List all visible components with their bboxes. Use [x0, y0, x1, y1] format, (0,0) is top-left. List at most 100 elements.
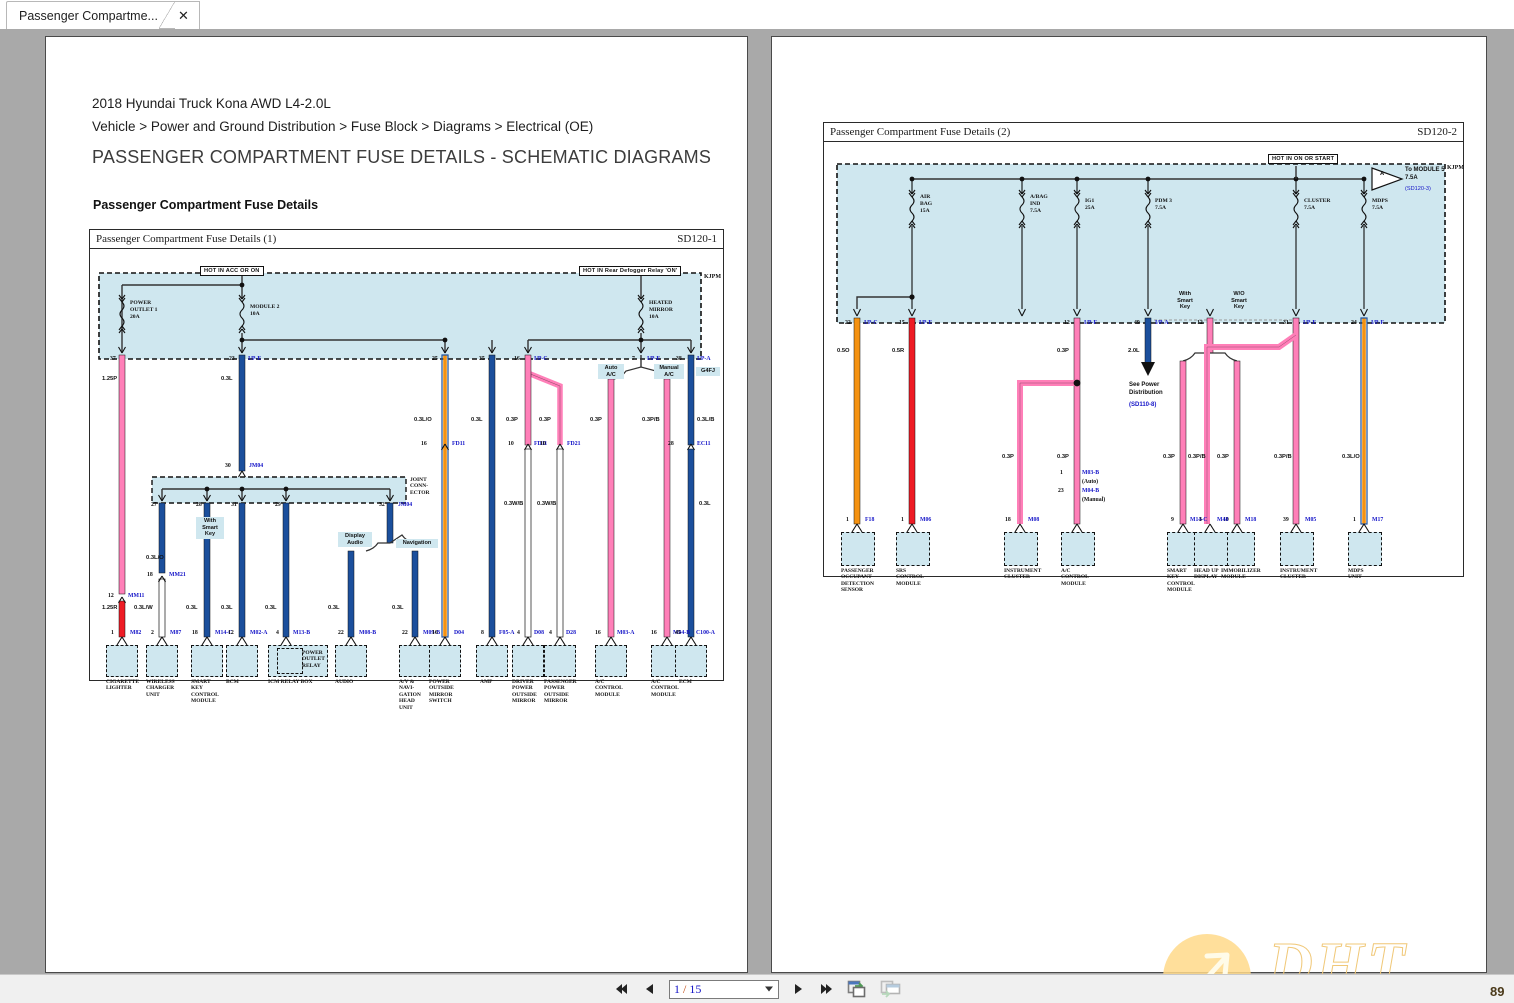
to-module-label: To MODULE 5 7.5A: [1405, 167, 1445, 181]
component-label-passenger-mirror: PASSENGER POWER OUTSIDE MIRROR: [544, 679, 577, 705]
s2-comp-code-m48: M48: [1217, 517, 1229, 523]
first-page-button[interactable]: [611, 979, 631, 999]
fuse-module-2: MODULE 2 10A: [250, 304, 280, 317]
s2-wire-0-3p-d: 0.3P: [1163, 454, 1175, 460]
jc-out-pin-28: 28: [196, 502, 202, 508]
option-tag-navigation: Navigation: [396, 539, 438, 548]
s2-wire-0-3p-b: 0.3P: [1002, 454, 1014, 460]
joint-connector-label: JOINT CONN- ECTOR: [410, 477, 430, 496]
current-page-value: 1: [674, 981, 680, 996]
component-box-bcm: [226, 645, 258, 677]
schematic-2-body: HOT IN ON OR START KJPM A To MODULE 5 7.…: [824, 142, 1464, 593]
s2-component-label-srs: SRS CONTROL MODULE: [896, 568, 924, 587]
s2-component-label-ac-ctrl: A/C CONTROL MODULE: [1061, 568, 1089, 587]
option-tag-display-audio: Display Audio: [338, 532, 372, 548]
close-icon[interactable]: ✕: [178, 9, 189, 22]
component-box-ac-ctrl-a: [595, 645, 627, 677]
s2-pin-31: 31: [1283, 320, 1289, 326]
component-box-av-nav-head-unit: [399, 645, 431, 677]
s2-code-ipe1: I/P-E: [919, 320, 933, 326]
wire-code-0-3l-c: 0.3L: [186, 605, 198, 611]
component-label-bcm: BCM: [226, 679, 239, 685]
schematic-2-header: Passenger Compartment Fuse Details (2) S…: [824, 123, 1463, 142]
comp-pin-4-d28: 4: [549, 630, 552, 636]
comp-code-c100a: C100-A: [696, 630, 715, 636]
page-1: 2018 Hyundai Truck Kona AWD L4-2.0L Vehi…: [45, 36, 748, 973]
page-separator: /: [683, 981, 687, 996]
first-page-icon: [616, 984, 627, 994]
component-label-av-nav-head-unit: A/V & NAVI- GATION HEAD UNIT: [399, 679, 421, 711]
to-module-letter: A: [1380, 171, 1385, 177]
to-module-ref: (SD120-3): [1405, 186, 1431, 192]
component-label-ecm: ECM: [679, 679, 692, 685]
splice-code-fd11-a: FD11: [452, 441, 466, 447]
extract-pages-button[interactable]: [846, 979, 870, 999]
insert-pages-button[interactable]: [879, 979, 903, 999]
next-page-button[interactable]: [788, 979, 808, 999]
s2-comp-code-m18: M18: [1245, 517, 1257, 523]
pin-num-23: 23: [229, 356, 235, 362]
s2-comp-code-m06: M06: [920, 517, 932, 523]
option-tag-g4fj: G4FJ: [696, 367, 720, 376]
comp-code-m02a: M02-A: [250, 630, 268, 636]
wire-code-0-3wb-b: 0.3W/B: [537, 501, 557, 507]
component-box-driver-mirror: [512, 645, 544, 677]
fuse-heated-mirror: HEATED MIRROR 10A: [649, 300, 673, 320]
comp-pin-1-m82: 1: [111, 630, 114, 636]
app-root: Passenger Compartme... ✕ 2018 Hyundai Tr…: [0, 0, 1514, 1003]
component-box-passenger-mirror: [544, 645, 576, 677]
jc-out-pin-31: 31: [231, 502, 237, 508]
pin-num-37: 37: [110, 356, 116, 362]
splice-code-ec11: EC11: [697, 441, 711, 447]
fuse-abag-ind: A/BAG IND 7.5A: [1030, 194, 1048, 214]
option-tag-with-smart-key-2: With Smart Key: [1170, 290, 1200, 313]
splice-code-fd21: FD21: [567, 441, 581, 447]
option-tag-auto-ac: Auto A/C: [598, 364, 624, 380]
splice-pin-10-a: 10: [508, 441, 514, 447]
comp-pin-16-m04b: 16: [651, 630, 657, 636]
last-page-button[interactable]: [817, 979, 837, 999]
s2-ac-suffix-auto: (Auto): [1082, 479, 1099, 485]
s2-ac-suffix-manual: (Manual): [1082, 497, 1106, 503]
schematic-1-body: HOT IN ACC OR ON HOT IN Rear Defogger Re…: [90, 249, 723, 711]
page-number-select[interactable]: 1 / 15: [669, 979, 779, 999]
comp-pin-18-m14c: 18: [192, 630, 198, 636]
wire-code-0-3pb: 0.3P/B: [642, 417, 660, 423]
conn-code-ipe-7: I/P-E: [647, 356, 661, 362]
conn-code-ipa-38: I/P-A: [697, 356, 711, 362]
s2-wire-0-3pb-a: 0.3P/B: [1188, 454, 1206, 460]
splice-pin-28: 28: [668, 441, 674, 447]
component-label-driver-mirror: DRIVER POWER OUTSIDE MIRROR: [512, 679, 537, 705]
wire-code-0-3l-d: 0.3L: [221, 605, 233, 611]
jc-out-pin-32: 32: [379, 502, 385, 508]
s2-component-label-smart-key: SMART KEY CONTROL MODULE: [1167, 568, 1195, 594]
s2-component-label-instr-cluster-b: INSTRUMENT CLUSTER: [1280, 568, 1318, 581]
schematic-2-code: SD120-2: [1417, 126, 1457, 138]
option-tag-wo-smart-key: W/O Smart Key: [1224, 290, 1254, 313]
jc-out-code-jm04: JM04: [398, 502, 413, 508]
s2-pin-12a: 12: [1064, 320, 1070, 326]
s2-component-box-hud: [1194, 532, 1228, 566]
s2-comp-pin-39-m05: 39: [1283, 517, 1289, 523]
bottom-toolbar: 1 / 15: [0, 974, 1514, 1003]
comp-pin-16-d04: 16: [432, 630, 438, 636]
s2-wire-2-0l: 2.0L: [1128, 348, 1140, 354]
s2-wire-0-3p-e: 0.3P: [1217, 454, 1229, 460]
s2-ac-pin-23: 23: [1058, 488, 1064, 494]
tab-bar: Passenger Compartme... ✕: [0, 0, 1514, 29]
previous-page-button[interactable]: [640, 979, 660, 999]
conn-code-ipc-16: I/P-C: [534, 356, 548, 362]
wire-code-0-3l-i: 0.3L: [699, 501, 711, 507]
jc-in-code-jm04: JM04: [249, 463, 264, 469]
component-label-power-outlet-relay: POWER OUTLET RELAY: [302, 650, 325, 669]
wire-code-0-3lb: 0.3L/B: [697, 417, 715, 423]
chevron-down-icon[interactable]: [765, 986, 773, 992]
pdf-viewer[interactable]: 2018 Hyundai Truck Kona AWD L4-2.0L Vehi…: [0, 29, 1514, 1003]
kjpm-label-2: KJPM: [1447, 165, 1464, 171]
schematic-1-code: SD120-1: [677, 233, 717, 245]
comp-code-m82: M82: [130, 630, 142, 636]
comp-code-m08b: M08-B: [359, 630, 377, 636]
comp-pin-45-c100a: 45: [675, 630, 681, 636]
fuse-ig1: IG1 25A: [1085, 198, 1095, 211]
wire-code-0-3lw: 0.3L/W: [134, 605, 153, 611]
